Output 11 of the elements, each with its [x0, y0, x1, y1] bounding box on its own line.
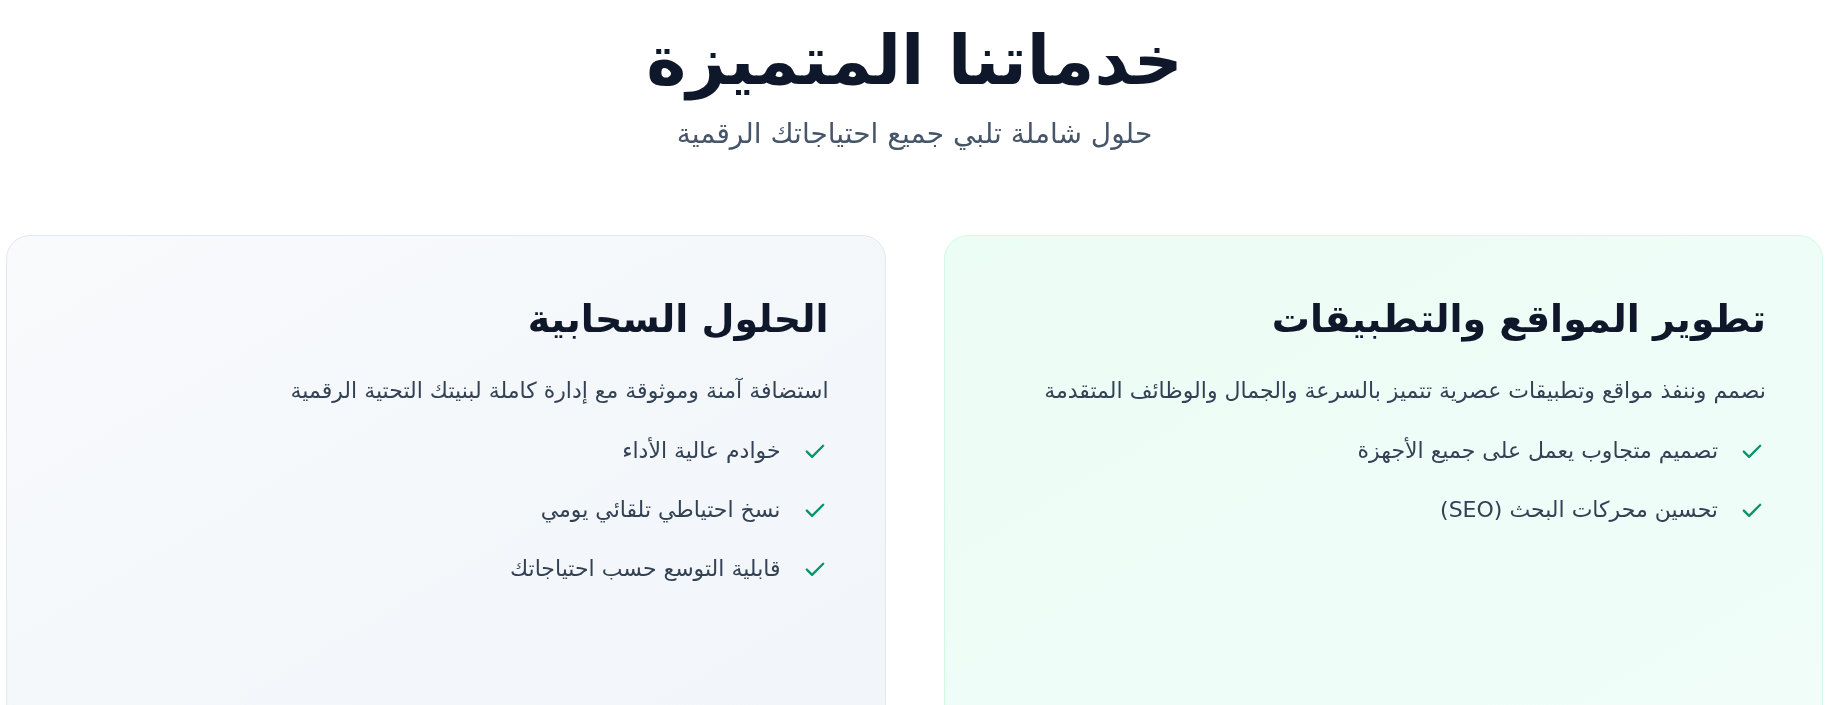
section-title: خدماتنا المتميزة — [646, 20, 1183, 103]
feature-text: تصميم متجاوب يعمل على جميع الأجهزة — [1357, 436, 1718, 466]
card-description: استضافة آمنة وموثوقة مع إدارة كاملة لبنيتك التحتية الرقمية — [289, 376, 829, 406]
feature-text: تحسين محركات البحث (SEO) — [1440, 496, 1718, 525]
feature-text: نسخ احتياطي تلقائي يومي — [540, 496, 781, 525]
section-subtitle: حلول شاملة تلبي جميع احتياجاتك الرقمية — [676, 116, 1153, 152]
feature-text: قابلية التوسع حسب احتياجاتك — [510, 555, 781, 584]
card-description: نصمم وننفذ مواقع وتطبيقات عصرية تتميز بالسرعة والجمال والوظائف المتقدمة — [1043, 376, 1766, 406]
card-title: تطوير المواقع والتطبيقات — [1270, 296, 1766, 344]
feature-text: خوادم عالية الأداء — [622, 436, 781, 466]
card-title: الحلول السحابية — [526, 296, 829, 343]
